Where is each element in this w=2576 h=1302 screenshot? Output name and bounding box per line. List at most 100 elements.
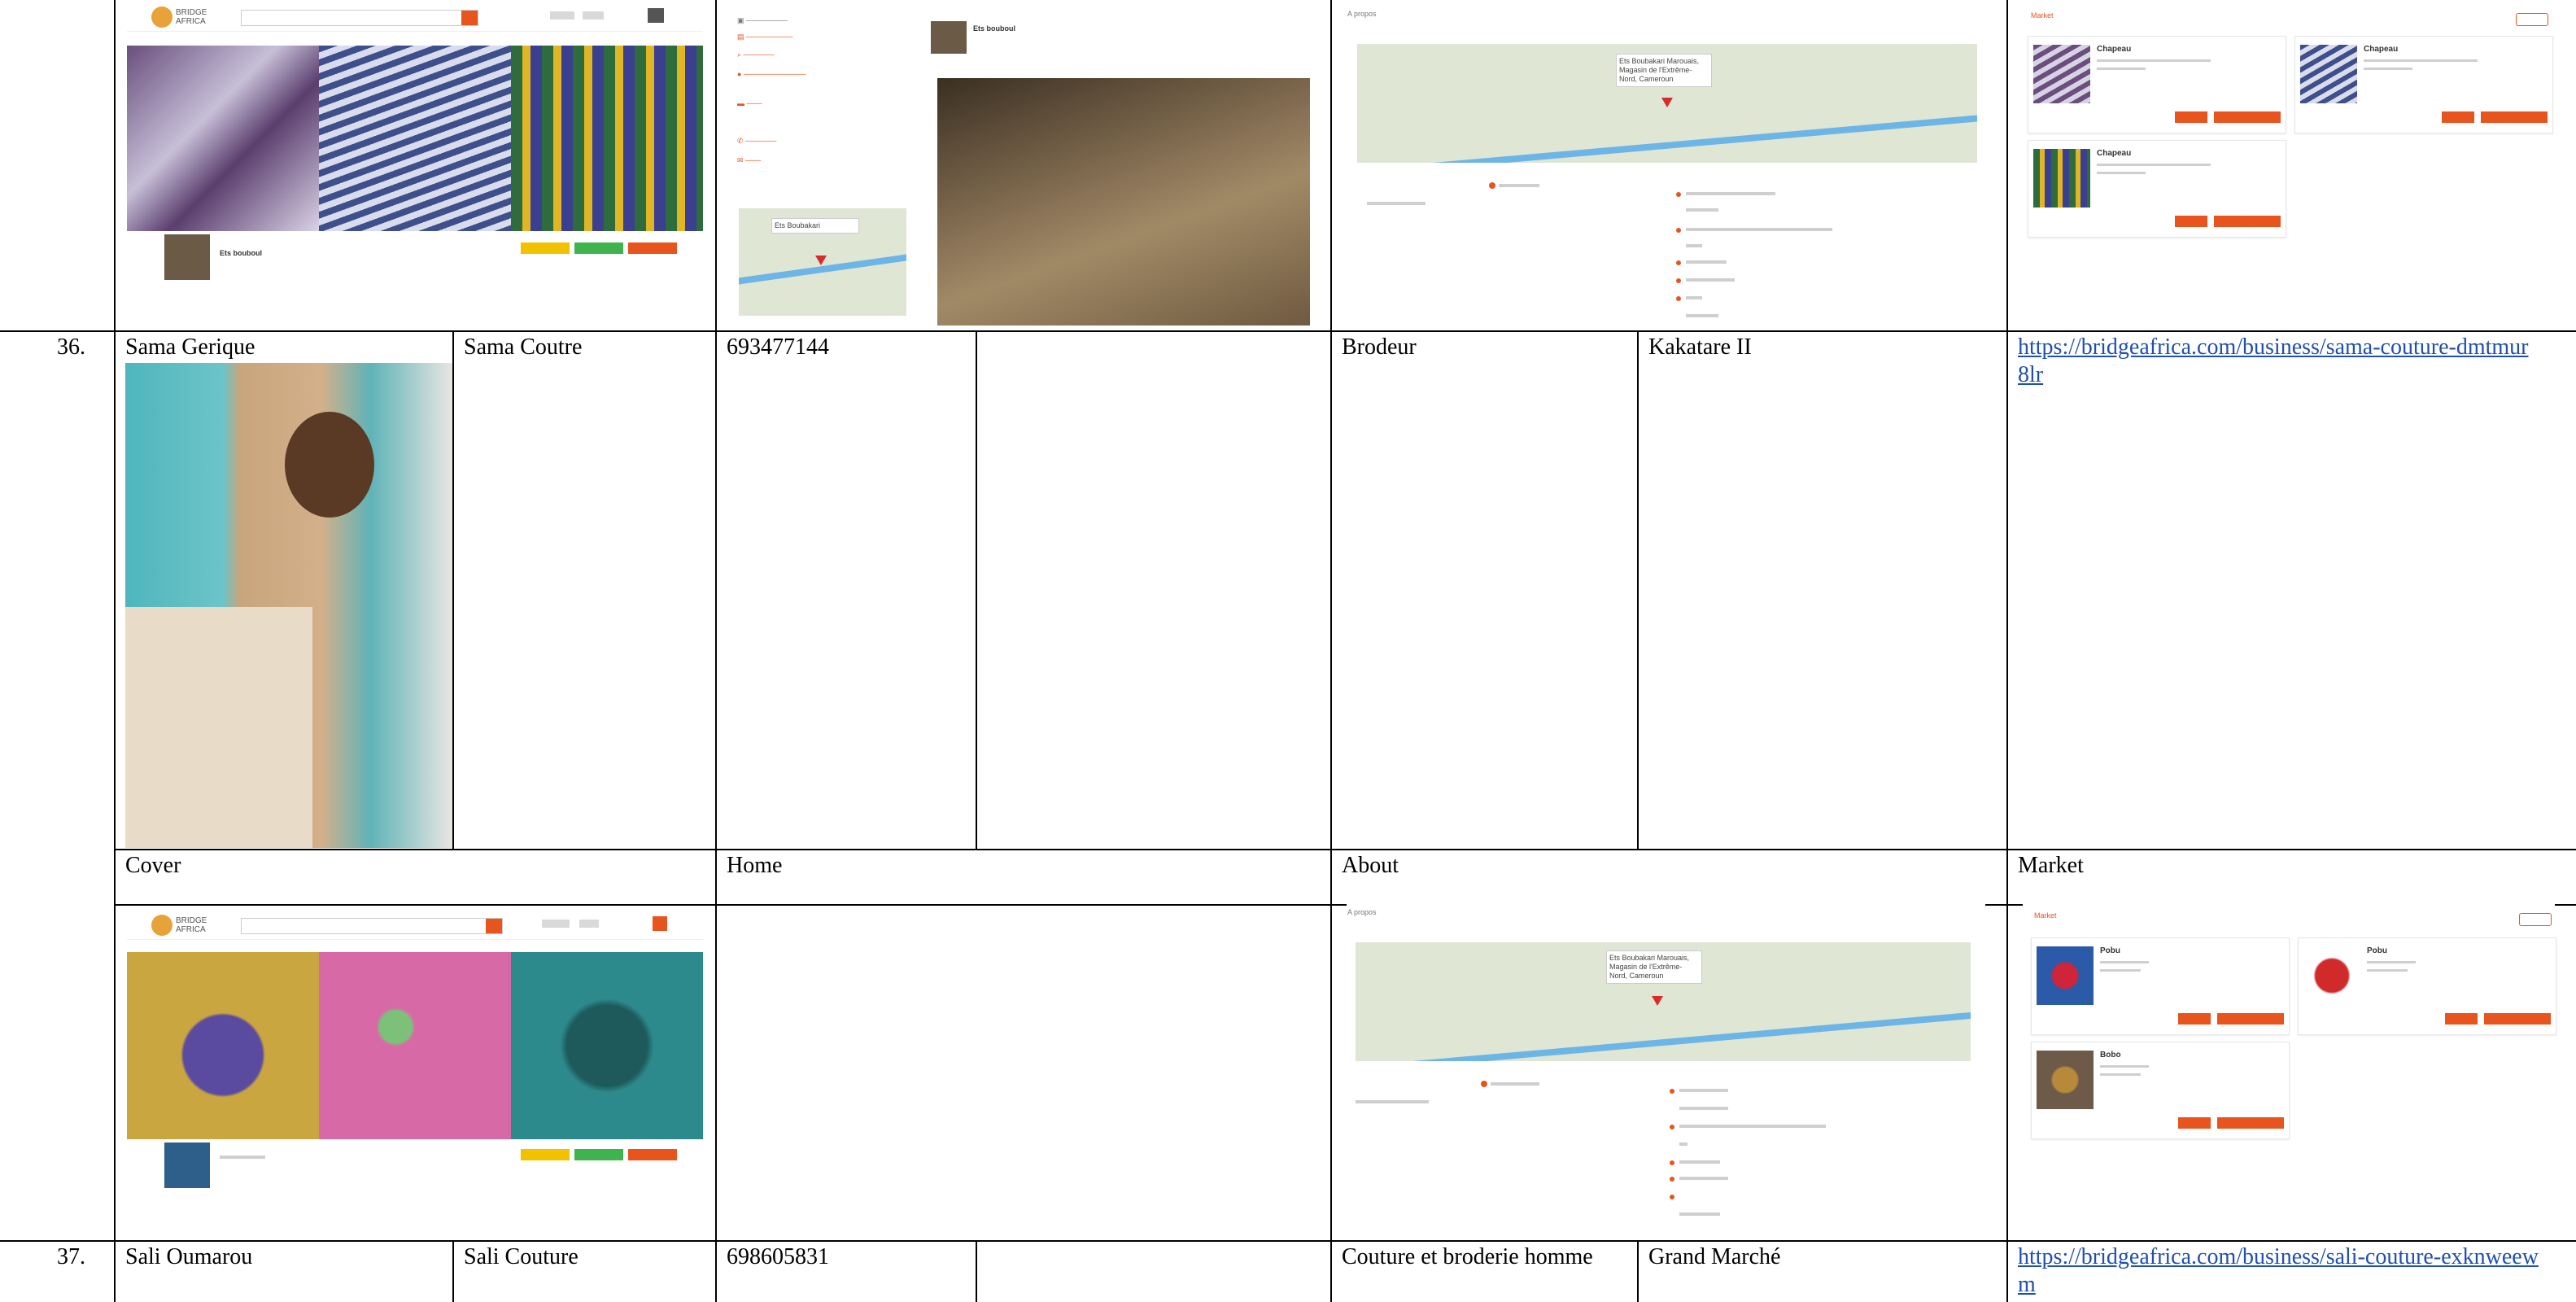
text-line (1686, 314, 1718, 317)
text-line (1679, 1212, 1720, 1216)
profile-name: Ets bouboul (220, 249, 262, 257)
phone-icon: ✆ ────── (737, 137, 777, 145)
store-icon (1481, 1081, 1487, 1087)
nav-item[interactable] (583, 11, 604, 20)
text-line (1686, 192, 1775, 195)
globe-icon (1670, 1160, 1674, 1165)
owner-photo (125, 363, 452, 848)
cover-screenshot: BRIDGE AFRICA (127, 911, 703, 1188)
product-desc (2367, 961, 2416, 963)
sewing-machine (125, 607, 312, 848)
business-profile-link[interactable]: https://bridgeafrica.com/business/sama-c… (2018, 334, 2539, 389)
community-button[interactable] (521, 1149, 570, 1160)
previous-about-screenshot: A propos Ets Boubakari Marouais, Magasin… (1344, 7, 1995, 329)
buy-button[interactable] (2178, 1013, 2211, 1025)
product-card[interactable]: Pobu (2298, 937, 2556, 1035)
search-input[interactable] (241, 10, 478, 26)
buy-button[interactable] (2175, 111, 2207, 123)
business-profile-link[interactable]: https://bridgeafrica.com/business/sali-c… (2018, 1243, 2539, 1299)
buy-button[interactable] (2442, 111, 2474, 123)
phone-number: 698605831 (727, 1244, 829, 1269)
text-line (1367, 202, 1426, 205)
text-line (1679, 1089, 1728, 1092)
product-title: Chapeau (2097, 45, 2132, 54)
cover-photo-3 (511, 46, 703, 231)
nav-item[interactable] (579, 920, 599, 928)
globe-icon: ▬ ─── (737, 99, 762, 107)
product-title: Chapeau (2097, 149, 2132, 158)
search-icon[interactable] (461, 11, 478, 25)
text-line (1686, 278, 1735, 282)
direction-button[interactable] (628, 1149, 677, 1160)
cover-photo-3 (511, 952, 703, 1139)
brand-logo-text: BRIDGE AFRICA (176, 8, 207, 26)
search-icon[interactable] (486, 919, 502, 933)
location-pin-icon: ● ──────────── (737, 70, 806, 78)
text-line (1679, 1143, 1687, 1146)
add-to-cart-button[interactable] (2217, 1117, 2284, 1129)
table-border-col-extra (1330, 0, 1332, 1302)
community-button[interactable] (521, 242, 570, 254)
product-image (2033, 45, 2090, 103)
buy-button[interactable] (2445, 1013, 2478, 1025)
product-desc (2100, 1065, 2149, 1068)
product-card[interactable]: Bobo (2031, 1042, 2290, 1139)
add-to-cart-button[interactable] (2484, 1013, 2551, 1025)
add-to-cart-button[interactable] (2214, 216, 2281, 227)
profile-name (220, 1156, 265, 1159)
section-label-underline-about-r (1985, 904, 2006, 906)
section-label-underline-left (114, 904, 716, 906)
direction-button[interactable] (628, 242, 677, 254)
map-popup: Ets Boubakari Marouais, Magasin de l'Ext… (1606, 950, 1702, 984)
section-label-home: Home (727, 853, 783, 878)
buy-button[interactable] (2178, 1117, 2211, 1129)
location-pin-icon (1652, 996, 1663, 1006)
avatar[interactable] (653, 916, 667, 931)
section-label-underline-about (1330, 904, 1347, 906)
product-card[interactable]: Pobu (2031, 937, 2290, 1035)
cover-photo-1 (127, 46, 319, 231)
add-to-cart-button[interactable] (2481, 111, 2548, 123)
about-heading: A propos (1347, 10, 1377, 18)
store-icon (1670, 1089, 1674, 1094)
activity: Couture et broderie homme (1342, 1244, 1593, 1269)
market-screenshot: Market Pobu Pobu Bobo (2021, 907, 2558, 1151)
add-product-button[interactable] (2519, 913, 2552, 926)
store-icon (1489, 182, 1495, 189)
search-input[interactable] (241, 918, 503, 934)
map-popup: Ets Boubakari Marouais, Magasin de l'Ext… (1616, 54, 1712, 87)
text-line (1686, 244, 1702, 247)
product-card[interactable]: Chapeau (2294, 36, 2553, 133)
about-map[interactable]: Ets Boubakari Marouais, Magasin de l'Ext… (1356, 942, 1971, 1061)
location-pin-icon (1661, 98, 1673, 107)
add-to-cart-button[interactable] (2214, 111, 2281, 123)
avatar[interactable] (648, 8, 664, 23)
product-card[interactable]: Chapeau (2028, 140, 2286, 238)
previous-home-screenshot: ▣ ──────── ▤ ───────── ⌕ ────── ● ──────… (729, 7, 1315, 329)
brand-logo-text: BRIDGE AFRICA (176, 916, 207, 934)
product-desc (2100, 961, 2149, 963)
add-product-button[interactable] (2516, 13, 2548, 26)
text-line (1686, 296, 1702, 299)
message-button[interactable] (574, 242, 623, 254)
text-line (1679, 1177, 1728, 1180)
product-price (2367, 969, 2408, 972)
home-map[interactable]: Ets Boubakari (739, 208, 906, 316)
nav-item[interactable] (550, 11, 574, 20)
add-to-cart-button[interactable] (2217, 1013, 2284, 1025)
nav-item[interactable] (542, 920, 570, 928)
table-border-col-activity-b (1637, 1242, 1639, 1302)
product-card[interactable]: Chapeau (2028, 36, 2286, 133)
product-title: Bobo (2100, 1051, 2121, 1060)
cover-photo-2 (319, 952, 511, 1139)
table-border-col-name-b (452, 1242, 454, 1302)
about-map[interactable]: Ets Boubakari Marouais, Magasin de l'Ext… (1357, 44, 1977, 163)
previous-market-screenshot: Market Chapeau Chapeau Chapeau (2018, 7, 2555, 251)
person-head (285, 412, 374, 518)
text-line (1686, 228, 1832, 231)
product-image (2033, 149, 2090, 208)
table-border-col-activity (1637, 332, 1639, 850)
message-button[interactable] (574, 1149, 623, 1160)
product-desc (2097, 59, 2211, 62)
buy-button[interactable] (2175, 216, 2207, 227)
